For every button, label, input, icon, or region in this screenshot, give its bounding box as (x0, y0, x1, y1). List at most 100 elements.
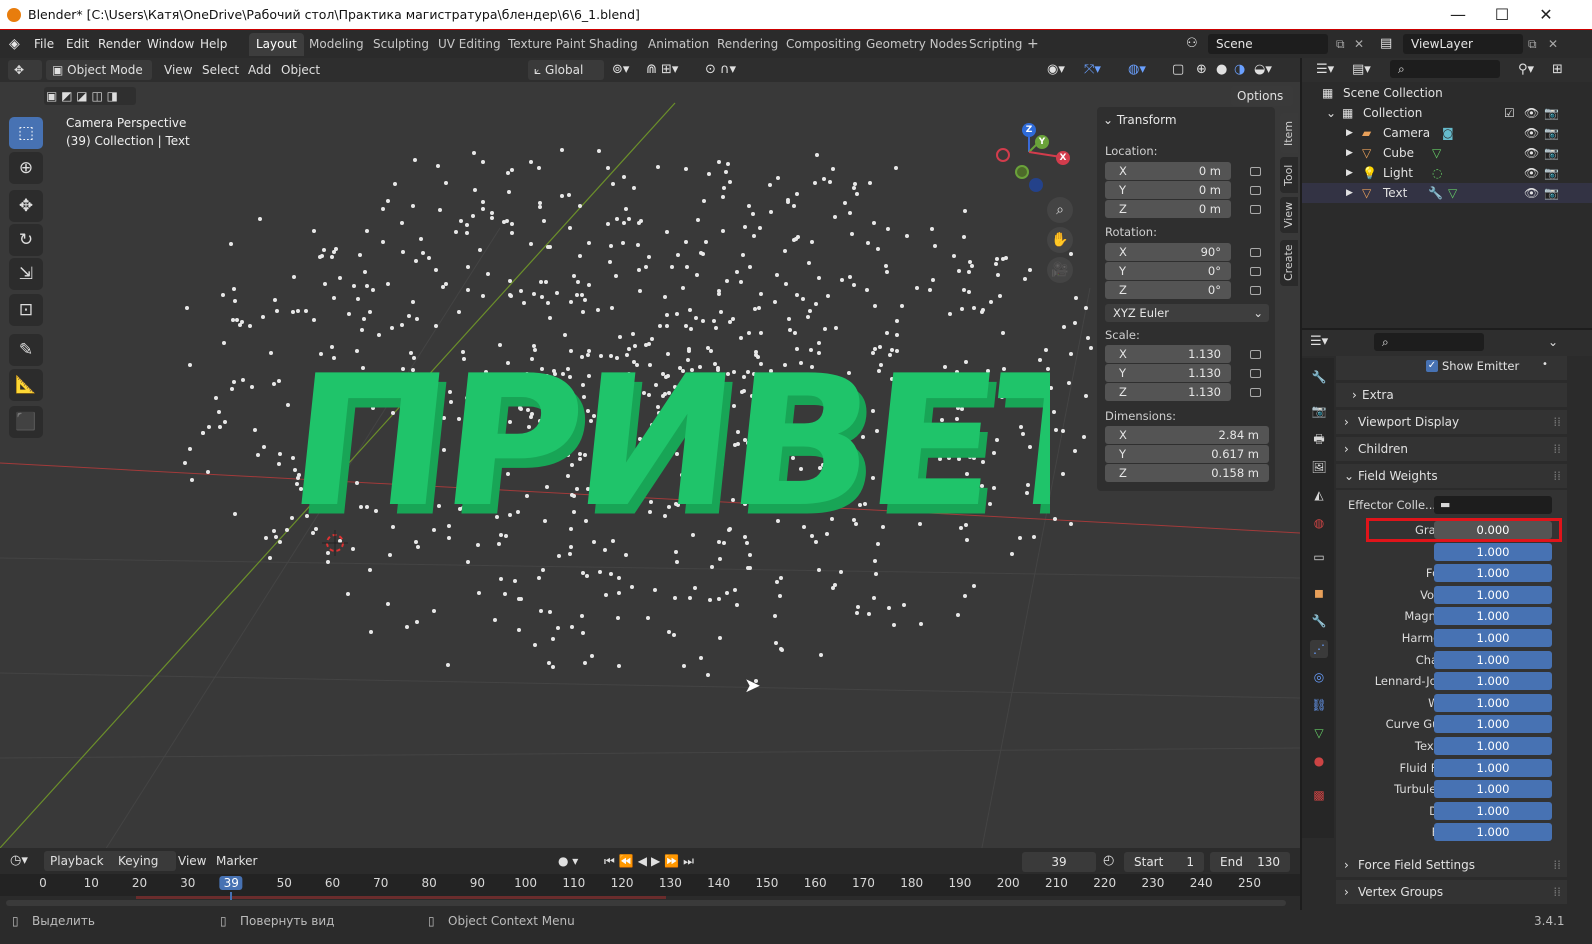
outliner-item-cube[interactable]: ▶ ▽ Cube ▽ 👁 📷 (1302, 143, 1592, 163)
tab-animation[interactable]: Animation (641, 33, 716, 56)
viewport-display-panel[interactable]: › Viewport Display ⁞⁞ (1336, 410, 1567, 434)
tab-compositing[interactable]: Compositing (779, 33, 868, 56)
tab-rendering[interactable]: Rendering (710, 33, 785, 56)
lock-icon[interactable] (1250, 186, 1261, 195)
xray-icon[interactable]: ▢ (1172, 60, 1184, 80)
shading-rendered-icon[interactable]: ◒▾ (1254, 60, 1272, 80)
tab-layout[interactable]: Layout (249, 33, 304, 56)
field-weight-slider[interactable]: 1.000 (1434, 801, 1552, 820)
force-field-settings-panel[interactable]: › Force Field Settings ⁞⁞ (1336, 853, 1567, 877)
tab-sculpting[interactable]: Sculpting (366, 33, 436, 56)
drag-handle-icon[interactable]: ⁞⁞ (1553, 410, 1561, 434)
dimensions-x-field[interactable]: X 2.84 m (1105, 426, 1269, 444)
drag-handle-icon[interactable]: ⁞⁞ (1553, 464, 1561, 488)
properties-editor-icon[interactable]: ☰▾ (1310, 332, 1328, 352)
proportional-edit-icon[interactable]: ⊙ ∩▾ (705, 60, 736, 80)
minimize-button[interactable]: — (1436, 2, 1480, 28)
field-weight-slider[interactable]: 1.000 (1434, 629, 1552, 647)
3d-cursor-icon[interactable] (320, 528, 350, 558)
vertex-groups-panel[interactable]: › Vertex Groups ⁞⁞ (1336, 880, 1567, 904)
menu-view[interactable]: View (164, 60, 192, 80)
view-layer-icon[interactable]: ▤ (1380, 30, 1392, 58)
outliner-scene-collection[interactable]: ▦ Scene Collection (1302, 83, 1592, 103)
location-y-field[interactable]: Y 0 m (1105, 181, 1231, 199)
tab-geometry-nodes[interactable]: Geometry Nodes (859, 33, 974, 56)
tab-texture-paint[interactable]: Texture Paint (501, 33, 592, 56)
properties-search-input[interactable]: ⌕ (1374, 333, 1484, 351)
drag-handle-icon[interactable]: ⁞⁞ (1553, 853, 1561, 877)
new-collection-icon[interactable]: ⊞ (1552, 60, 1563, 80)
field-weight-slider[interactable]: 1.000 (1434, 542, 1552, 561)
lock-icon[interactable] (1250, 388, 1261, 397)
camera-view-icon[interactable]: 🎥 (1047, 257, 1073, 283)
location-x-field[interactable]: X 0 m (1105, 162, 1231, 180)
lock-icon[interactable] (1250, 369, 1261, 378)
end-frame-field[interactable]: End 130 (1210, 852, 1290, 872)
lock-icon[interactable] (1250, 350, 1261, 359)
rotation-y-field[interactable]: Y 0° (1105, 262, 1231, 280)
field-weight-slider[interactable]: 1.000 (1434, 672, 1552, 691)
field-weight-slider[interactable]: 1.000 (1434, 564, 1552, 583)
menu-render[interactable]: Render (98, 30, 141, 58)
camera-render-icon[interactable]: 📷 (1544, 103, 1559, 123)
transform-tool-icon[interactable]: ⊡ (9, 294, 43, 326)
remove-view-layer-icon[interactable]: ✕ (1548, 30, 1558, 58)
eye-icon[interactable]: 👁 (1524, 183, 1539, 203)
editor-type-button[interactable]: ✥ (8, 60, 43, 80)
field-weight-slider[interactable]: 1.000 (1434, 693, 1552, 712)
cursor-tool-icon[interactable]: ⊕ (9, 152, 43, 184)
start-frame-field[interactable]: Start 1 (1124, 852, 1204, 872)
render-tab-icon[interactable]: 📷 (1310, 402, 1328, 420)
outliner-item-light[interactable]: ▶ 💡 Light ◌ 👁 📷 (1302, 163, 1592, 183)
modifier-tab-icon[interactable]: 🔧 (1310, 612, 1328, 630)
outliner-collection[interactable]: ⌄ ▦ Collection ☑ 👁 📷 (1302, 103, 1592, 123)
camera-render-icon[interactable]: 📷 (1544, 163, 1559, 183)
timeline-scrollbar[interactable] (6, 900, 1286, 906)
lock-icon[interactable] (1250, 167, 1261, 176)
field-weight-slider[interactable]: 1.000 (1434, 737, 1552, 755)
field-weight-slider[interactable]: 1.000 (1434, 715, 1552, 734)
eye-icon[interactable]: 👁 (1524, 143, 1539, 163)
eye-icon[interactable]: 👁 (1524, 163, 1539, 183)
filter-icon[interactable]: ⚲▾ (1518, 60, 1534, 80)
zoom-icon[interactable]: ⌕ (1047, 197, 1073, 223)
scene-tab-icon[interactable]: ◭ (1310, 486, 1328, 504)
rotation-mode-dropdown[interactable]: XYZ Euler ⌄ (1105, 304, 1269, 322)
outliner-item-text[interactable]: ▶ ▽ Text 🔧 ▽ 👁 📷 (1302, 183, 1592, 203)
tab-shading[interactable]: Shading (582, 33, 645, 56)
lock-icon[interactable] (1250, 267, 1261, 276)
copy-view-layer-icon[interactable]: ⧉ (1528, 30, 1537, 58)
eye-icon[interactable]: 👁 (1524, 123, 1539, 143)
playback-controls-icon[interactable]: ⏮⏪◀▶⏩⏭ (604, 851, 698, 871)
gizmo-toggle-icon[interactable]: ⤧▾ (1084, 60, 1101, 80)
shading-solid-icon[interactable]: ● (1216, 60, 1227, 80)
outliner-editor-icon[interactable]: ☰▾ (1316, 60, 1334, 80)
tab-modeling[interactable]: Modeling (302, 33, 371, 56)
view-layer-tab-icon[interactable]: 🖼 (1310, 458, 1328, 476)
pan-hand-icon[interactable]: ✋ (1047, 227, 1073, 253)
rotate-tool-icon[interactable]: ↻ (9, 224, 43, 256)
extra-subpanel[interactable]: › Extra (1336, 383, 1567, 407)
scale-tool-icon[interactable]: ⇲ (9, 258, 43, 290)
transform-panel-header[interactable]: ⌄ Transform (1103, 113, 1177, 127)
menu-help[interactable]: Help (200, 30, 227, 58)
visibility-icon[interactable]: ◉▾ (1047, 60, 1065, 80)
view-layer-selector[interactable]: ViewLayer (1403, 34, 1523, 54)
orientation-dropdown[interactable]: ⟀ Global (528, 60, 604, 80)
text-object[interactable]: ПРИВЕТ! ПРИВЕТ! (300, 333, 1050, 563)
menu-file[interactable]: File (34, 30, 54, 58)
scene-selector[interactable]: Scene (1208, 34, 1328, 54)
annotate-tool-icon[interactable]: ✎ (9, 334, 43, 366)
blender-menu-icon[interactable]: ◈ (9, 30, 20, 58)
sidebar-tab-tool[interactable]: Tool (1280, 157, 1298, 193)
select-mode-buttons[interactable]: ▣ ◩ ◪ ◫ ◨ (44, 87, 136, 105)
gizmo-neg-x-icon[interactable] (996, 148, 1010, 162)
keyframe-dot-icon[interactable]: • (1542, 359, 1548, 370)
sidebar-tab-create[interactable]: Create (1280, 240, 1298, 286)
location-z-field[interactable]: Z 0 m (1105, 200, 1231, 218)
add-cube-tool-icon[interactable]: ⬛ (9, 406, 43, 438)
field-weight-slider[interactable]: 1.000 (1434, 650, 1552, 669)
tab-uv-editing[interactable]: UV Editing (431, 33, 508, 56)
sidebar-tab-view[interactable]: View (1280, 197, 1298, 233)
mode-dropdown[interactable]: ▣ Object Mode (46, 60, 152, 80)
